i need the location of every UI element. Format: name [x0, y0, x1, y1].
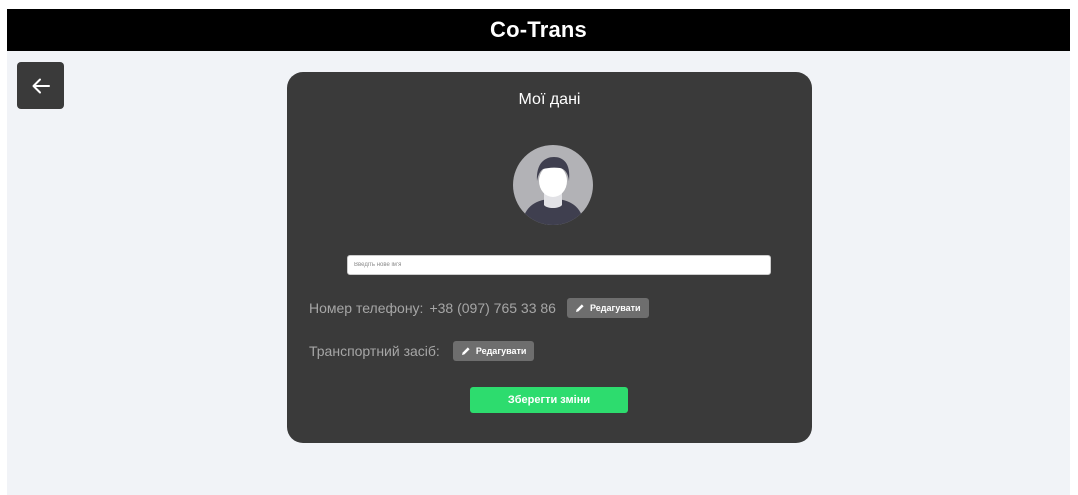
profile-card: Мої дані Номер телефону: +38 (097) 765 3…	[287, 72, 812, 443]
page-background: Co-Trans Мої дані Номер телефону: +38 (0…	[7, 9, 1070, 495]
phone-row: Номер телефону: +38 (097) 765 33 86 Реда…	[309, 297, 649, 319]
name-input[interactable]	[347, 255, 771, 275]
pencil-icon	[461, 347, 470, 355]
user-avatar-icon	[513, 145, 593, 225]
edit-phone-label: Редагувати	[589, 303, 641, 313]
phone-value: +38 (097) 765 33 86	[429, 300, 556, 316]
pencil-icon	[575, 304, 584, 312]
edit-vehicle-label: Редагувати	[475, 346, 527, 356]
vehicle-label: Транспортний засіб:	[309, 343, 440, 359]
app-title: Co-Trans	[490, 17, 587, 42]
card-title: Мої дані	[518, 91, 581, 108]
vehicle-row: Транспортний засіб: Редагувати	[309, 340, 535, 362]
save-changes-button[interactable]: Зберегти зміни	[470, 387, 628, 413]
back-button[interactable]	[17, 62, 64, 109]
arrow-left-icon	[32, 78, 50, 93]
phone-label: Номер телефону:	[309, 300, 424, 316]
save-changes-label: Зберегти зміни	[507, 394, 591, 406]
header-bar: Co-Trans	[7, 9, 1070, 51]
edit-phone-button[interactable]: Редагувати	[566, 298, 649, 318]
edit-vehicle-button[interactable]: Редагувати	[452, 341, 535, 361]
